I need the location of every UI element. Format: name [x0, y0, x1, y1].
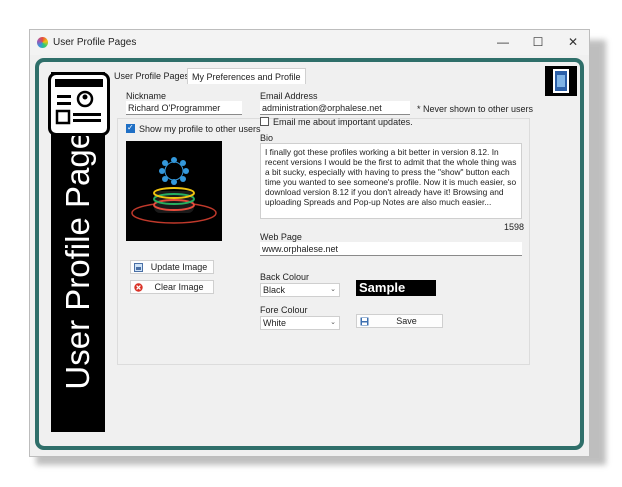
- update-image-button[interactable]: Update Image: [130, 260, 214, 274]
- image-icon: [134, 263, 143, 272]
- preferences-page: Nickname Richard O'Programmer Email Addr…: [110, 84, 540, 424]
- back-colour-select[interactable]: Black ⌄: [260, 283, 340, 297]
- clear-icon: [134, 283, 143, 292]
- tab-my-preferences[interactable]: My Preferences and Profile: [187, 68, 306, 85]
- clear-image-button[interactable]: Clear Image: [130, 280, 214, 294]
- email-label: Email Address: [260, 91, 318, 101]
- title-bar[interactable]: User Profile Pages — ☐ ✕: [30, 30, 589, 55]
- save-button[interactable]: Save: [356, 314, 443, 328]
- app-window: User Profile Pages — ☐ ✕ User Profile Pa…: [29, 29, 590, 457]
- content-frame: User Profile Pages User Profile Pages My…: [35, 58, 584, 450]
- back-colour-value: Black: [263, 285, 286, 295]
- save-icon: [360, 317, 369, 326]
- minimize-icon[interactable]: —: [488, 33, 518, 52]
- update-image-label: Update Image: [150, 262, 208, 272]
- email-updates-checkbox[interactable]: [260, 117, 269, 126]
- app-logo-icon: [37, 37, 48, 48]
- show-profile-checkbox[interactable]: [126, 123, 135, 133]
- email-privacy-note: * Never shown to other users: [417, 104, 534, 114]
- bio-char-count: 1598: [504, 222, 525, 232]
- fore-colour-label: Fore Colour: [260, 305, 308, 315]
- back-colour-label: Back Colour: [260, 272, 310, 282]
- show-profile-label: Show my profile to other users: [139, 124, 261, 134]
- email-input[interactable]: administration@orphalese.net: [260, 101, 410, 115]
- chevron-down-icon: ⌄: [330, 319, 336, 326]
- colour-sample: Sample: [356, 280, 436, 296]
- fore-colour-select[interactable]: White ⌄: [260, 316, 340, 330]
- tab-user-profile-pages[interactable]: User Profile Pages: [110, 68, 193, 84]
- window-title: User Profile Pages: [53, 37, 137, 48]
- nickname-label: Nickname: [126, 91, 167, 101]
- chevron-down-icon: ⌄: [330, 286, 336, 293]
- webpage-label: Web Page: [260, 232, 302, 242]
- banner-title: User Profile Pages: [59, 114, 96, 390]
- clear-image-label: Clear Image: [154, 282, 204, 292]
- profile-card-icon: [48, 72, 110, 136]
- fore-colour-value: White: [263, 318, 287, 328]
- avatar-thumbnail[interactable]: [545, 66, 577, 96]
- nickname-input[interactable]: Richard O'Programmer: [126, 101, 242, 115]
- email-updates-label: Email me about important updates.: [273, 117, 413, 127]
- bio-label: Bio: [260, 133, 274, 143]
- save-label: Save: [396, 316, 417, 326]
- close-icon[interactable]: ✕: [558, 33, 588, 52]
- bio-textarea[interactable]: I finally got these profiles working a b…: [260, 143, 522, 219]
- profile-photo: [126, 141, 222, 241]
- maximize-icon[interactable]: ☐: [523, 33, 553, 52]
- webpage-input[interactable]: www.orphalese.net: [260, 242, 522, 256]
